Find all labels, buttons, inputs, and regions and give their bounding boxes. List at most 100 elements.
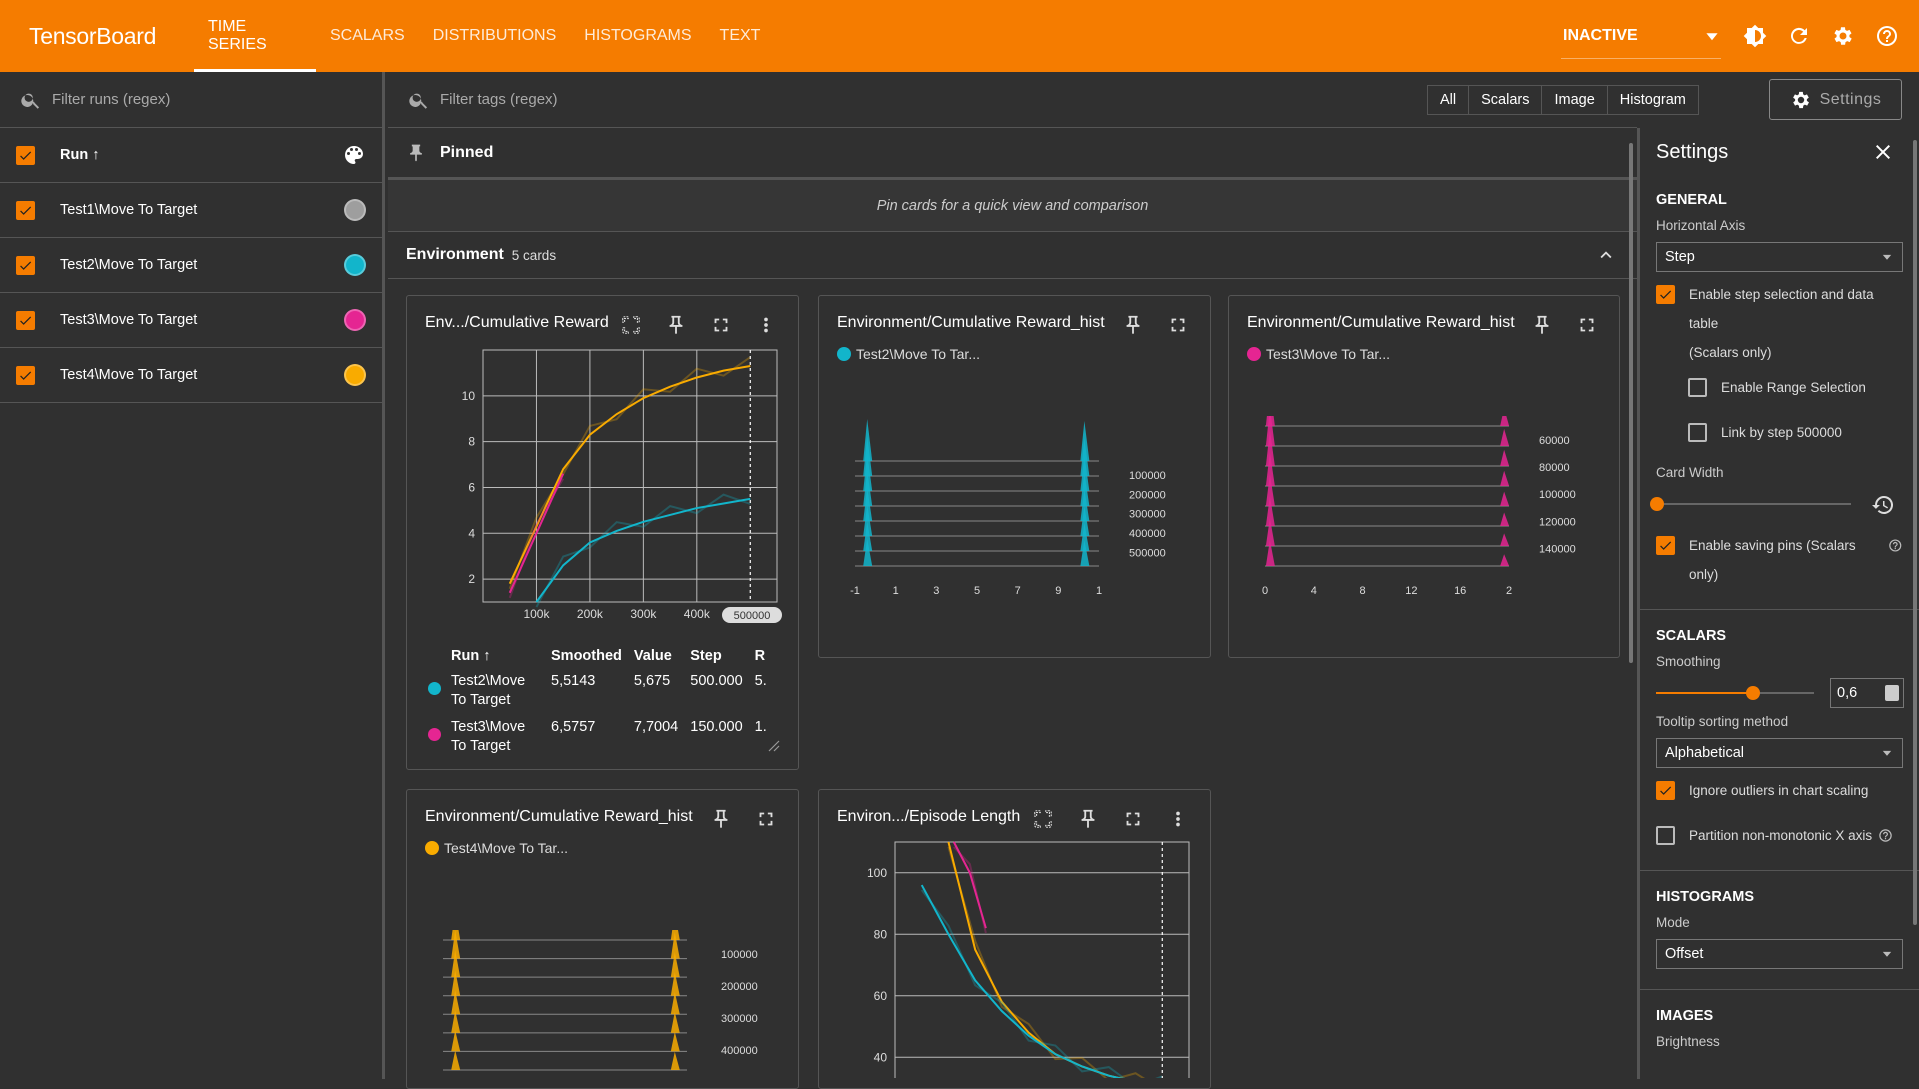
fit-domain-button[interactable]: [1020, 804, 1065, 834]
histogram-chart[interactable]: 60000 80000 100000 120000 140000 0 4 8 12 16 2: [1229, 416, 1621, 646]
tab-scalars[interactable]: SCALARS: [316, 0, 419, 72]
run-checkbox[interactable]: [16, 200, 35, 220]
histogram-chart[interactable]: 100000 200000 300000 400000: [407, 930, 800, 1080]
fit-domain-button[interactable]: [608, 310, 653, 340]
chevron-up-icon[interactable]: [1595, 244, 1617, 266]
pin-card-button[interactable]: [1110, 310, 1155, 340]
histogram-chart[interactable]: 100000 200000 300000 400000 500000 -1 1 3 5 7 9 1: [819, 416, 1212, 646]
reset-icon[interactable]: [1871, 493, 1895, 517]
settings-panel: Settings GENERAL Horizontal Axis Step En…: [1637, 128, 1919, 1079]
type-image-button[interactable]: Image: [1541, 86, 1606, 114]
runs-filter[interactable]: Filter runs (regex): [0, 72, 382, 128]
tab-histograms[interactable]: HISTOGRAMS: [570, 0, 705, 72]
tab-distributions[interactable]: DISTRIBUTIONS: [419, 0, 571, 72]
group-header[interactable]: Environment 5 cards: [388, 232, 1637, 279]
type-scalars-button[interactable]: Scalars: [1468, 86, 1541, 114]
fullscreen-button[interactable]: [743, 804, 788, 834]
fullscreen-button[interactable]: [698, 310, 743, 340]
tooltip-sort-select[interactable]: Alphabetical: [1656, 738, 1903, 768]
y-tick-label: 80000: [1539, 462, 1570, 474]
ignore-outliers-checkbox[interactable]: [1656, 781, 1675, 800]
y-tick-label: 100000: [1539, 489, 1576, 501]
chart-legend: Test3\Move To Tar...: [1247, 346, 1390, 362]
slider-thumb[interactable]: [1650, 497, 1664, 511]
run-color-swatch[interactable]: [344, 254, 366, 276]
resize-handle-icon[interactable]: [766, 738, 780, 752]
close-icon[interactable]: [1871, 140, 1895, 164]
step-selection-checkbox[interactable]: [1656, 285, 1675, 304]
smoothing-slider-thumb[interactable]: [1746, 686, 1760, 700]
palette-icon[interactable]: [342, 143, 366, 167]
card-width-slider[interactable]: [1650, 489, 1903, 521]
pin-card-button[interactable]: [653, 310, 698, 340]
ignore-outliers-option[interactable]: Ignore outliers in chart scaling: [1656, 776, 1903, 805]
run-row[interactable]: Test4\Move To Target: [0, 348, 382, 403]
run-checkbox[interactable]: [16, 255, 35, 275]
column-header[interactable]: R: [755, 644, 779, 672]
fullscreen-button[interactable]: [1564, 310, 1609, 340]
tab-text[interactable]: TEXT: [706, 0, 775, 72]
select-all-checkbox[interactable]: [16, 145, 35, 165]
fit-screen-icon: [1033, 810, 1052, 828]
cumulative-reward-chart[interactable]: 100k 200k 300k 400k 2 4 6 8 10 500000: [407, 344, 800, 634]
run-checkbox[interactable]: [16, 310, 35, 330]
saving-pins-option[interactable]: Enable saving pins (Scalars only): [1656, 531, 1903, 589]
help-button[interactable]: [1865, 14, 1909, 58]
run-color-swatch[interactable]: [344, 199, 366, 221]
run-row[interactable]: Test2\Move To Target: [0, 238, 382, 293]
run-color-swatch[interactable]: [344, 364, 366, 386]
settings-button[interactable]: [1821, 14, 1865, 58]
fullscreen-icon: [759, 812, 772, 826]
pin-card-button[interactable]: [1065, 804, 1110, 834]
tags-filter[interactable]: Filter tags (regex) All Scalars Image Hi…: [388, 72, 1902, 128]
fit-screen-icon: [621, 316, 640, 334]
more-vert-icon: [763, 317, 768, 333]
help-icon[interactable]: [1878, 828, 1893, 843]
spinner-icon[interactable]: [1885, 685, 1899, 701]
saving-pins-checkbox[interactable]: [1656, 536, 1675, 555]
column-header[interactable]: Smoothed: [551, 644, 634, 672]
link-step-checkbox[interactable]: [1688, 423, 1707, 442]
run-checkbox[interactable]: [16, 365, 35, 385]
plugin-select[interactable]: INACTIVE: [1561, 13, 1721, 59]
pin-card-button[interactable]: [698, 804, 743, 834]
run-row[interactable]: Test1\Move To Target: [0, 183, 382, 238]
range-selection-checkbox[interactable]: [1688, 378, 1707, 397]
images-heading: IMAGES: [1656, 1008, 1714, 1024]
settings-toggle-button[interactable]: Settings: [1769, 79, 1902, 120]
column-header[interactable]: Step: [690, 644, 754, 672]
help-icon[interactable]: [1888, 538, 1903, 553]
episode-length-chart[interactable]: 40 60 80 100: [819, 838, 1212, 1078]
run-column-header[interactable]: Run ↑: [60, 147, 99, 163]
more-options-button[interactable]: [743, 310, 788, 340]
smoothing-input[interactable]: 0,6: [1830, 678, 1904, 708]
type-histogram-button[interactable]: Histogram: [1606, 86, 1698, 114]
caret-down-icon: [1882, 750, 1892, 756]
y-tick-label: 200000: [721, 981, 758, 993]
settings-scrollbar[interactable]: [1913, 140, 1917, 925]
mode-select[interactable]: Offset: [1656, 939, 1903, 969]
theme-toggle-button[interactable]: [1733, 14, 1777, 58]
column-header[interactable]: Value: [634, 644, 690, 672]
x-tick-label: -1: [850, 585, 860, 597]
run-row[interactable]: Test3\Move To Target: [0, 293, 382, 348]
scalar-card: Env.../Cumulative Reward 100k 200k 300k 400…: [406, 295, 799, 770]
runs-filter-placeholder: Filter runs (regex): [52, 91, 171, 108]
step-selection-option[interactable]: Enable step selection and data table (Sca…: [1656, 280, 1903, 367]
histogram-peak: [1500, 554, 1510, 566]
partition-checkbox[interactable]: [1656, 826, 1675, 845]
pin-card-button[interactable]: [1519, 310, 1564, 340]
main-scrollbar[interactable]: [1629, 143, 1633, 663]
type-all-button[interactable]: All: [1428, 86, 1468, 114]
partition-option[interactable]: Partition non-monotonic X axis: [1656, 821, 1903, 850]
range-selection-option[interactable]: Enable Range Selection: [1688, 373, 1903, 402]
tab-time-series[interactable]: TIME SERIES: [194, 0, 316, 72]
run-color-swatch[interactable]: [344, 309, 366, 331]
link-step-option[interactable]: Link by step 500000: [1688, 418, 1903, 447]
reload-button[interactable]: [1777, 14, 1821, 58]
horizontal-axis-select[interactable]: Step: [1656, 242, 1903, 272]
fullscreen-button[interactable]: [1110, 804, 1155, 834]
column-header[interactable]: Run ↑: [451, 644, 551, 672]
fullscreen-button[interactable]: [1155, 310, 1200, 340]
more-options-button[interactable]: [1155, 804, 1200, 834]
